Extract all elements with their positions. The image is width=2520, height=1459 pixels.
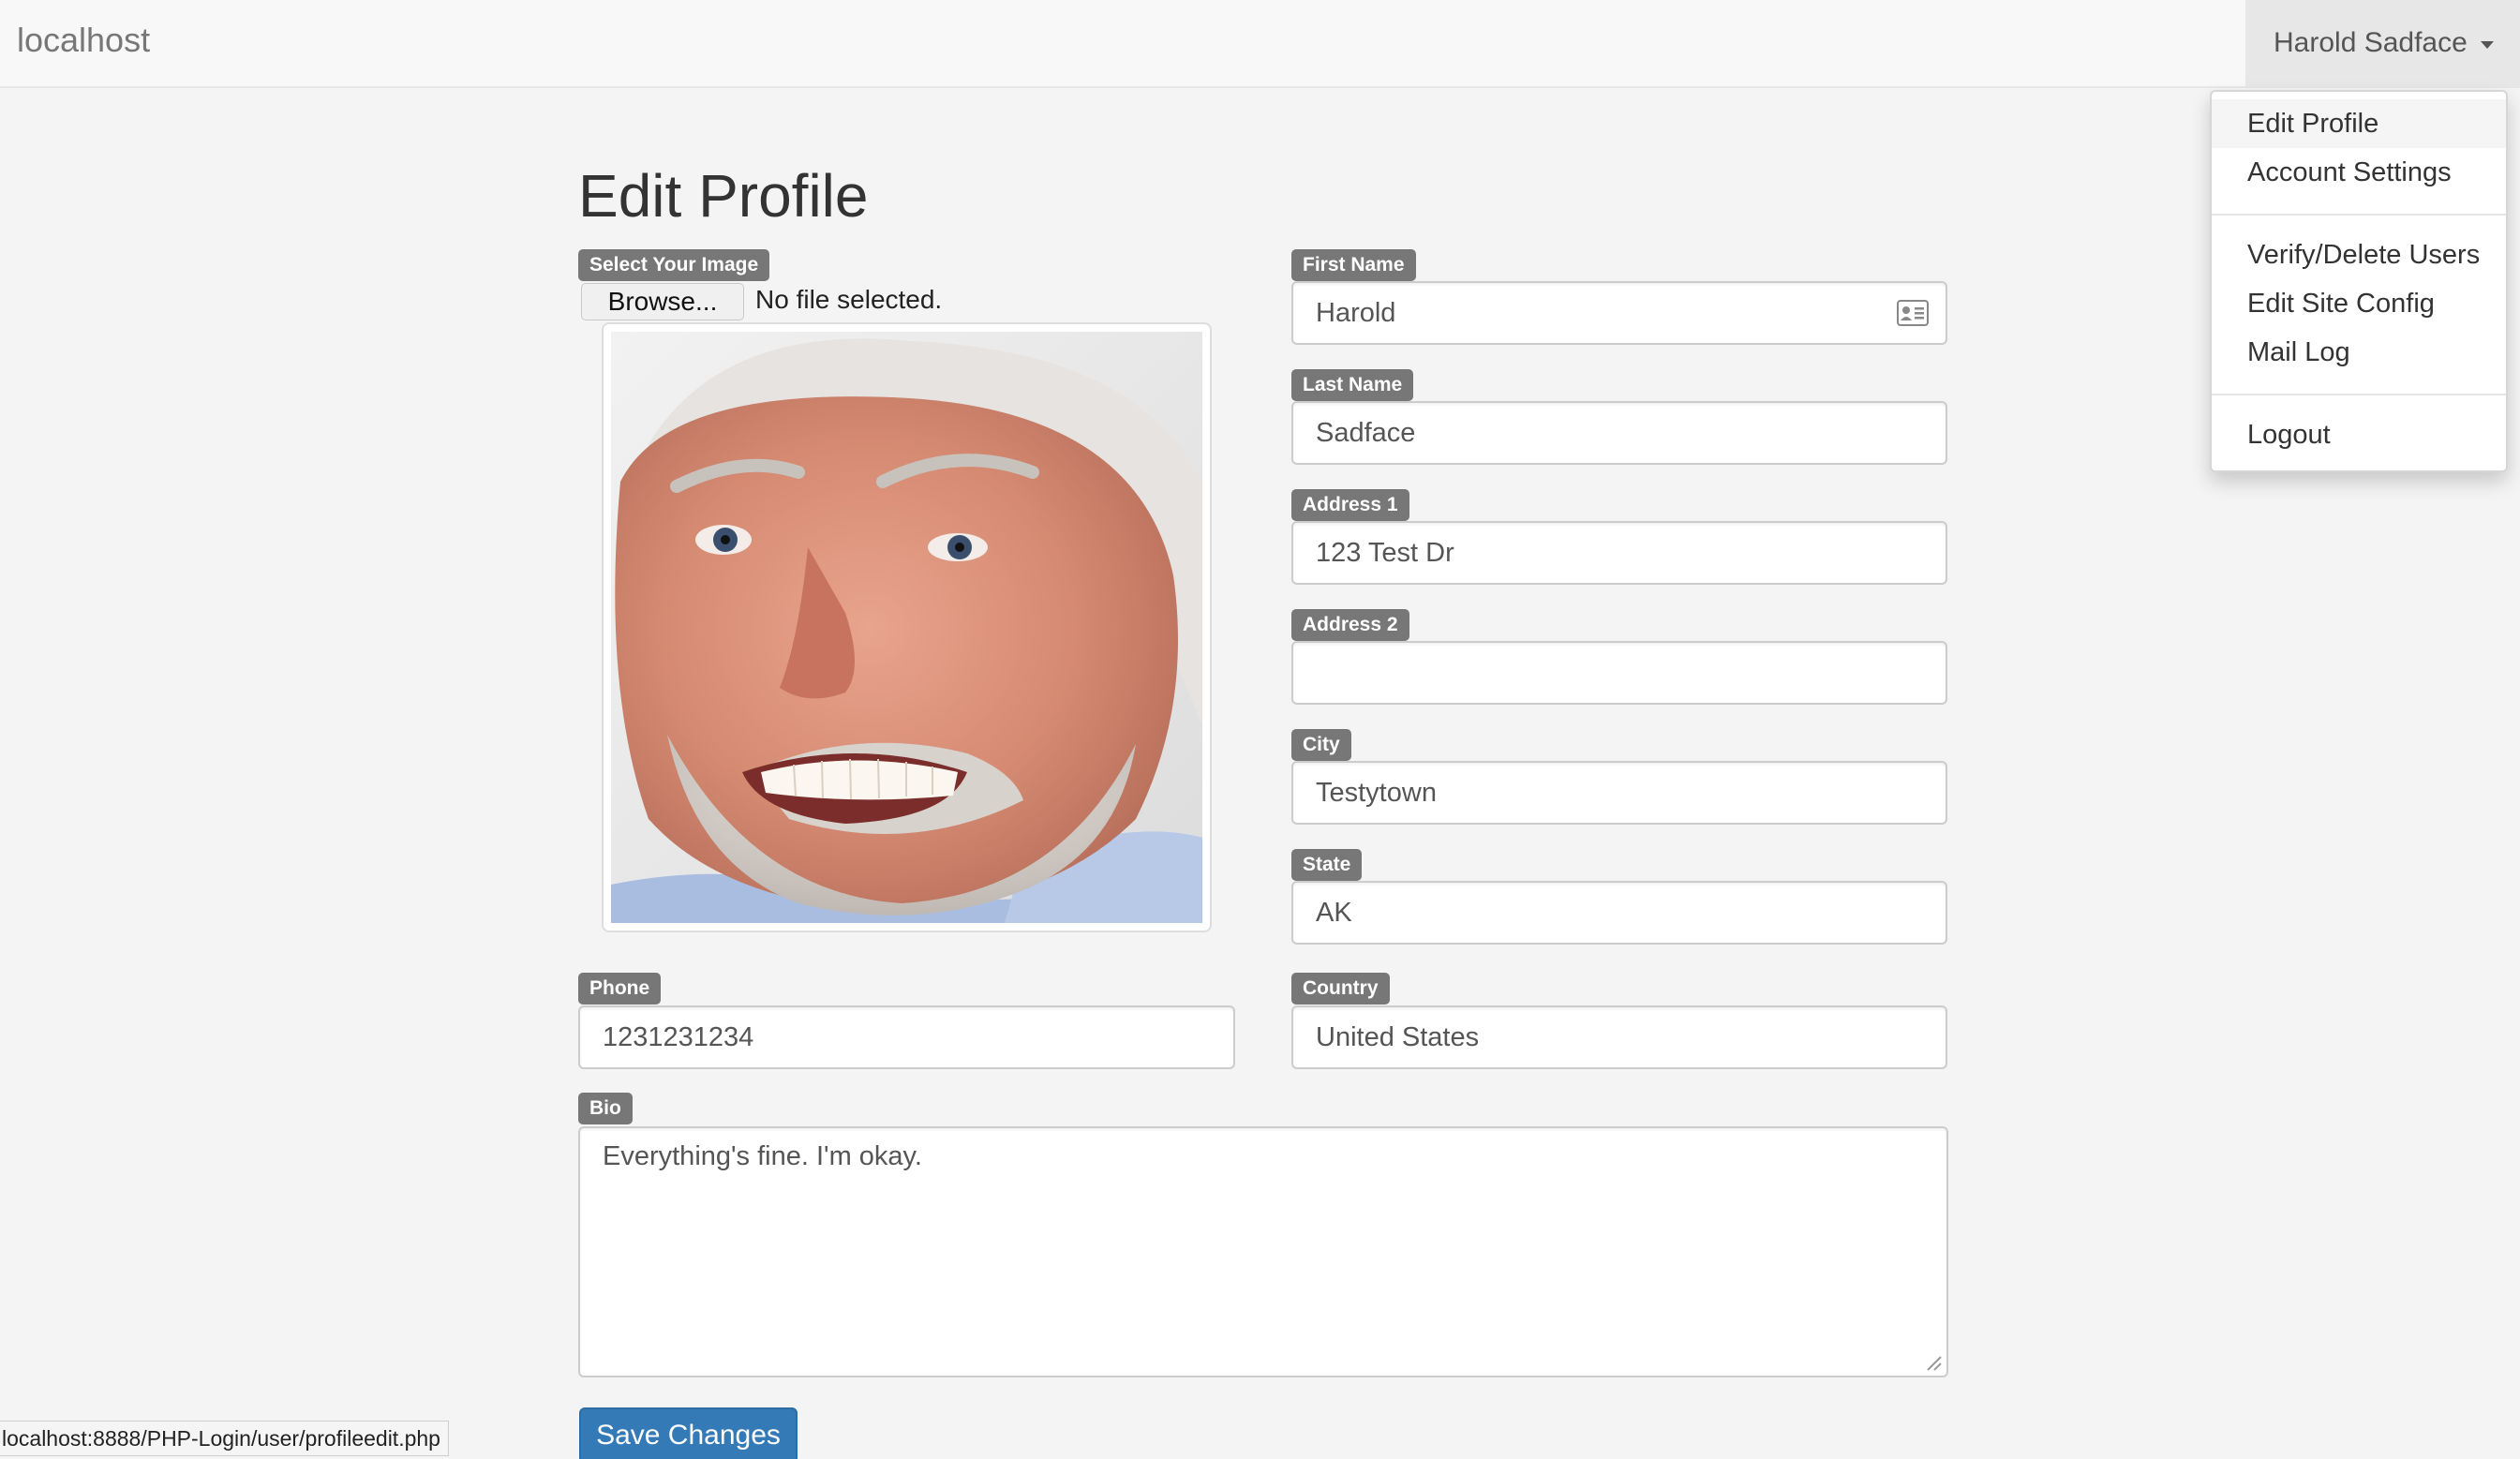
profile-photo <box>611 332 1202 923</box>
menu-item-verify-delete-users[interactable]: Verify/Delete Users <box>2212 231 2506 279</box>
image-label: Select Your Image <box>578 249 770 281</box>
last-name-input[interactable]: Sadface <box>1291 401 1947 465</box>
menu-divider <box>2212 214 2506 216</box>
first-name-label: First Name <box>1291 249 1416 281</box>
contact-card-icon[interactable] <box>1897 300 1929 326</box>
menu-item-mail-log[interactable]: Mail Log <box>2212 328 2506 377</box>
resize-grip-icon[interactable] <box>1924 1353 1943 1372</box>
user-dropdown-menu: Edit Profile Account Settings Verify/Del… <box>2210 90 2508 472</box>
bio-label: Bio <box>578 1093 633 1124</box>
address1-input[interactable]: 123 Test Dr <box>1291 521 1947 585</box>
city-label: City <box>1291 729 1351 761</box>
file-status-text: No file selected. <box>755 285 943 314</box>
phone-label: Phone <box>578 973 662 1005</box>
page: localhost Harold Sadface Edit Profile Ac… <box>0 0 2520 1459</box>
status-bar-url: localhost:8888/PHP-Login/user/profileedi… <box>0 1421 449 1456</box>
phone-input[interactable]: 1231231234 <box>578 1005 1235 1069</box>
country-label: Country <box>1291 973 1390 1005</box>
navbar: localhost Harold Sadface <box>0 0 2520 88</box>
user-name: Harold Sadface <box>2274 27 2468 58</box>
country-input[interactable]: United States <box>1291 1005 1947 1069</box>
menu-item-edit-site-config[interactable]: Edit Site Config <box>2212 279 2506 328</box>
bio-value: Everything's fine. I'm okay. <box>603 1141 922 1171</box>
address2-label: Address 2 <box>1291 609 1409 641</box>
address1-label: Address 1 <box>1291 489 1409 521</box>
first-name-value: Harold <box>1316 298 1396 328</box>
brand-link[interactable]: localhost <box>17 21 150 60</box>
menu-divider <box>2212 394 2506 395</box>
user-menu-toggle[interactable]: Harold Sadface <box>2245 0 2520 86</box>
first-name-input[interactable]: Harold <box>1291 281 1947 345</box>
menu-item-logout[interactable]: Logout <box>2212 410 2506 459</box>
bio-textarea[interactable]: Everything's fine. I'm okay. <box>578 1126 1948 1377</box>
menu-item-account-settings[interactable]: Account Settings <box>2212 148 2506 197</box>
page-title: Edit Profile <box>578 162 869 230</box>
last-name-label: Last Name <box>1291 369 1414 401</box>
caret-down-icon <box>2480 41 2494 49</box>
city-input[interactable]: Testytown <box>1291 761 1947 825</box>
state-label: State <box>1291 849 1363 881</box>
menu-item-edit-profile[interactable]: Edit Profile <box>2212 99 2506 148</box>
browse-button[interactable]: Browse... <box>581 283 744 320</box>
profile-image-frame <box>602 322 1212 932</box>
address2-input[interactable] <box>1291 641 1947 705</box>
save-changes-button[interactable]: Save Changes <box>579 1407 798 1459</box>
state-input[interactable]: AK <box>1291 881 1947 945</box>
